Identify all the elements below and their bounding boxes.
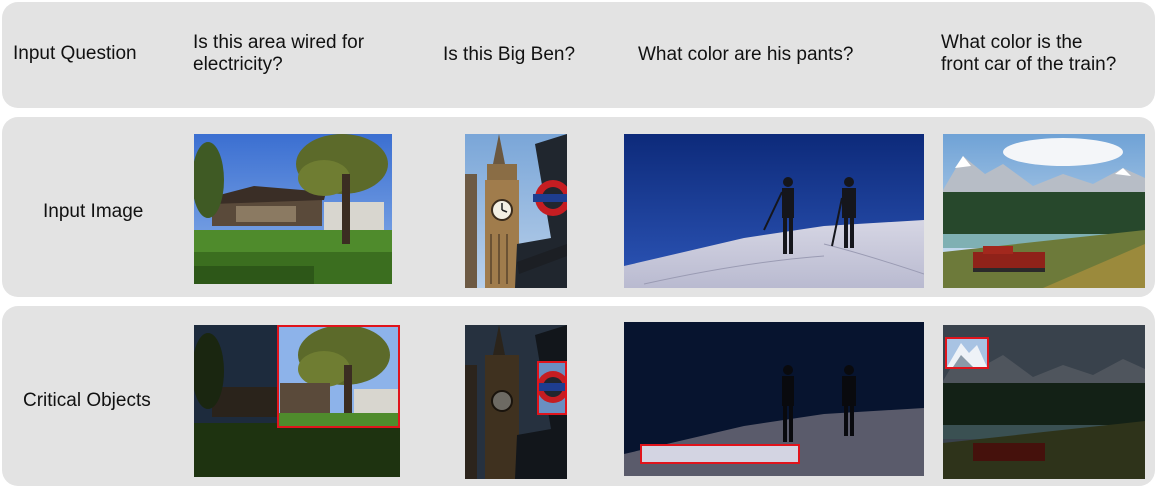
question-3-line-1: What color are his pants?	[638, 44, 854, 65]
critical-object-box-skiers	[640, 444, 800, 464]
critical-image-yard	[194, 325, 400, 477]
question-4-line-2: front car of the train?	[941, 54, 1117, 75]
critical-object-box-train	[945, 337, 989, 369]
input-image-big-ben	[465, 134, 567, 288]
input-image-skiers	[624, 134, 924, 288]
question-4: What color is the front car of the train…	[941, 32, 1116, 76]
question-1-line-2: electricity?	[193, 54, 283, 75]
critical-objects-label: Critical Objects	[23, 390, 151, 411]
input-image-yard	[194, 134, 392, 284]
question-1-line-1: Is this area wired for	[193, 32, 365, 53]
input-image-train	[943, 134, 1145, 288]
critical-object-box-yard	[277, 325, 400, 428]
critical-image-train	[943, 325, 1145, 479]
question-3: What color are his pants?	[638, 44, 853, 66]
question-2: Is this Big Ben?	[443, 44, 575, 66]
input-question-label: Input Question	[13, 43, 137, 64]
input-image-label: Input Image	[43, 201, 144, 222]
question-1: Is this area wired for electricity?	[193, 32, 364, 76]
critical-image-skiers	[624, 322, 924, 476]
critical-object-box-big-ben	[537, 361, 567, 415]
question-2-line-1: Is this Big Ben?	[443, 44, 576, 65]
critical-image-big-ben	[465, 325, 567, 479]
question-4-line-1: What color is the	[941, 32, 1083, 53]
